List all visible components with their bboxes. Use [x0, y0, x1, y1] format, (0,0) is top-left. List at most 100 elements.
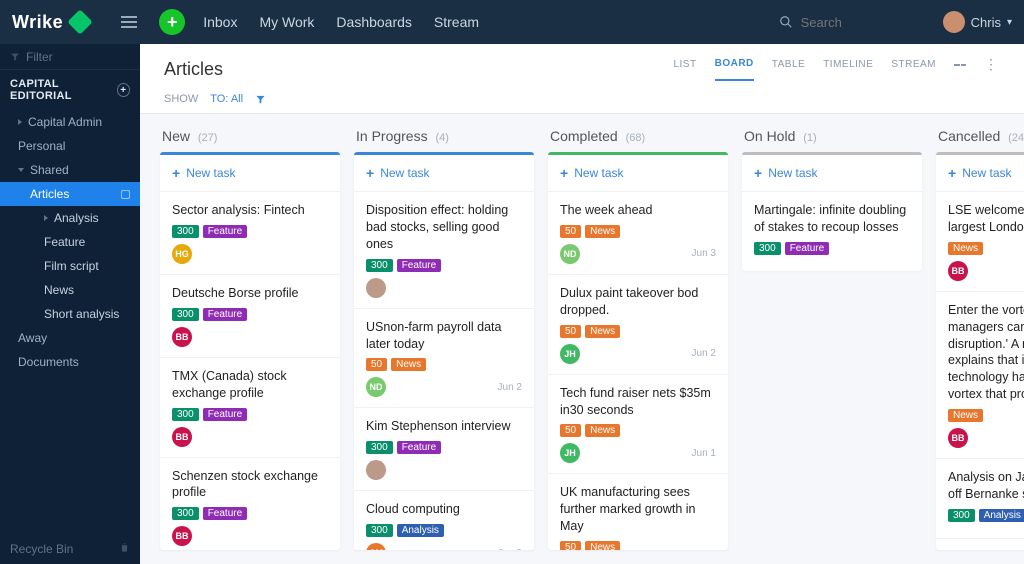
- sidebar-item-film-script[interactable]: Film script: [0, 254, 140, 278]
- sidebar-item-personal[interactable]: Personal: [0, 134, 140, 158]
- tag-300: 300: [366, 441, 393, 454]
- card[interactable]: Kim Stephenson interview300Feature: [354, 408, 534, 491]
- card[interactable]: Cloud computing300AnalysisCMJun 9: [354, 491, 534, 550]
- filter-icon[interactable]: [255, 94, 266, 105]
- tag-feature: Feature: [785, 242, 829, 255]
- tag-50: 50: [366, 358, 387, 371]
- recycle-bin[interactable]: Recycle Bin: [10, 542, 73, 556]
- folder-tree: Capital AdminPersonalSharedArticlesAnaly…: [0, 110, 140, 374]
- due-date: Jun 1: [692, 448, 716, 459]
- new-task-button[interactable]: + New task: [742, 155, 922, 192]
- card[interactable]: Schenzen stock exchange profile300Featur…: [160, 458, 340, 551]
- sidebar-item-articles[interactable]: Articles: [0, 182, 140, 206]
- nav-stream[interactable]: Stream: [434, 14, 479, 30]
- due-date: Jun 9: [498, 548, 522, 550]
- layout-icon[interactable]: [954, 64, 966, 76]
- sidebar-filter[interactable]: Filter: [0, 44, 140, 70]
- column-body[interactable]: + New taskThe week ahead50NewsNDJun 3Dul…: [548, 152, 728, 550]
- avatar: JH: [560, 443, 580, 463]
- search[interactable]: [779, 15, 921, 30]
- tag-50: 50: [560, 325, 581, 338]
- tag-news: News: [585, 541, 620, 550]
- tag-300: 300: [754, 242, 781, 255]
- filter-to[interactable]: TO: All: [210, 93, 243, 105]
- tag-news: News: [948, 409, 983, 422]
- tag-feature: Feature: [203, 408, 247, 421]
- top-nav: Inbox My Work Dashboards Stream: [203, 14, 479, 30]
- sidebar-item-feature[interactable]: Feature: [0, 230, 140, 254]
- card[interactable]: TMX (Canada) stock exchange profile300Fe…: [160, 358, 340, 458]
- new-task-button[interactable]: + New task: [936, 155, 1024, 192]
- tag-50: 50: [560, 541, 581, 550]
- topbar: Wrike + Inbox My Work Dashboards Stream …: [0, 0, 1024, 44]
- column-body[interactable]: + New taskMartingale: infinite doubling …: [742, 152, 922, 271]
- tag-50: 50: [560, 424, 581, 437]
- filter-icon: [10, 52, 20, 62]
- tag-300: 300: [366, 524, 393, 537]
- due-date: Jun 2: [498, 382, 522, 393]
- logo-mark-icon: [67, 9, 92, 34]
- tag-300: 300: [172, 225, 199, 238]
- sidebar-item-analysis[interactable]: Analysis: [0, 206, 140, 230]
- card[interactable]: Deutsche Borse profile300FeatureBB: [160, 275, 340, 358]
- card[interactable]: Sector analysis: Fintech300FeatureHG: [160, 192, 340, 275]
- card[interactable]: Morgan Stanley launch PE fundNews: [936, 539, 1024, 550]
- card[interactable]: LSE welcomes tech stock, largest London …: [936, 192, 1024, 292]
- search-input[interactable]: [801, 15, 921, 30]
- tag-analysis: Analysis: [979, 509, 1024, 522]
- card[interactable]: UK manufacturing sees further marked gro…: [548, 474, 728, 550]
- avatar: [366, 460, 386, 480]
- card[interactable]: Tech fund raiser nets $35m in30 seconds5…: [548, 375, 728, 475]
- trash-icon[interactable]: [119, 542, 130, 556]
- add-space-button[interactable]: +: [117, 83, 130, 97]
- nav-dashboards[interactable]: Dashboards: [336, 14, 412, 30]
- user-menu[interactable]: Chris ▾: [943, 11, 1012, 33]
- logo: Wrike: [12, 12, 93, 33]
- more-menu-button[interactable]: ⋮: [984, 56, 1000, 83]
- nav-mywork[interactable]: My Work: [259, 14, 314, 30]
- card[interactable]: Disposition effect: holding bad stocks, …: [354, 192, 534, 309]
- sidebar-item-shared[interactable]: Shared: [0, 158, 140, 182]
- workspace-header[interactable]: CAPITAL EDITORIAL +: [0, 70, 140, 110]
- view-timeline[interactable]: TIMELINE: [823, 59, 873, 80]
- column-header: New (27): [160, 128, 340, 144]
- card[interactable]: The week ahead50NewsNDJun 3: [548, 192, 728, 275]
- due-date: Jun 2: [692, 348, 716, 359]
- column-body[interactable]: + New taskSector analysis: Fintech300Fea…: [160, 152, 340, 550]
- user-name: Chris: [971, 15, 1001, 30]
- create-button[interactable]: +: [159, 9, 185, 35]
- tag-feature: Feature: [397, 259, 441, 272]
- view-list[interactable]: LIST: [673, 59, 696, 80]
- card[interactable]: USnon-farm payroll data later today50New…: [354, 309, 534, 409]
- sidebar-item-capital-admin[interactable]: Capital Admin: [0, 110, 140, 134]
- new-task-button[interactable]: + New task: [160, 155, 340, 192]
- nav-inbox[interactable]: Inbox: [203, 14, 237, 30]
- column-completed: Completed (68) + New taskThe week ahead50…: [548, 128, 728, 550]
- menu-toggle-button[interactable]: [121, 13, 137, 31]
- view-stream[interactable]: STREAM: [891, 59, 936, 80]
- column-header: Completed (68): [548, 128, 728, 144]
- search-icon: [779, 15, 793, 29]
- board[interactable]: New (27) + New taskSector analysis: Finte…: [140, 114, 1024, 564]
- new-task-button[interactable]: + New task: [354, 155, 534, 192]
- column-body[interactable]: + New taskDisposition effect: holding ba…: [354, 152, 534, 550]
- avatar: ND: [366, 377, 386, 397]
- view-board[interactable]: BOARD: [715, 58, 754, 81]
- avatar: BB: [948, 261, 968, 281]
- tag-300: 300: [172, 308, 199, 321]
- tag-feature: Feature: [203, 225, 247, 238]
- sidebar-item-away[interactable]: Away: [0, 326, 140, 350]
- tag-300: 300: [366, 259, 393, 272]
- new-task-button[interactable]: + New task: [548, 155, 728, 192]
- view-table[interactable]: TABLE: [772, 59, 805, 80]
- card[interactable]: Dulux paint takeover bod dropped.50NewsJ…: [548, 275, 728, 375]
- main: Articles LIST BOARD TABLE TIMELINE STREA…: [140, 44, 1024, 564]
- column-body[interactable]: + New taskLSE welcomes tech stock, large…: [936, 152, 1024, 550]
- avatar: JH: [560, 344, 580, 364]
- card[interactable]: Enter the vortex: How asset managers can…: [936, 292, 1024, 459]
- sidebar-item-documents[interactable]: Documents: [0, 350, 140, 374]
- card[interactable]: Analysis on Japan economy off Bernanke s…: [936, 459, 1024, 539]
- card[interactable]: Martingale: infinite doubling of stakes …: [742, 192, 922, 271]
- sidebar-item-news[interactable]: News: [0, 278, 140, 302]
- sidebar-item-short-analysis[interactable]: Short analysis: [0, 302, 140, 326]
